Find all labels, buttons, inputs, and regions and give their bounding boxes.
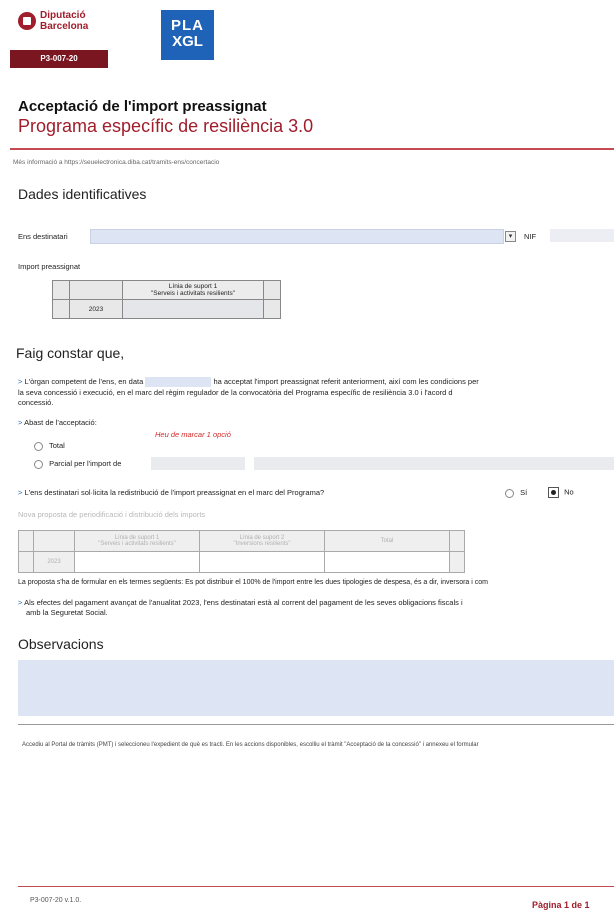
header-divider [10,148,614,150]
pagament-line2: amb la Seguretat Social. [26,608,108,617]
parcial-amount-field[interactable] [151,457,245,470]
dropdown-arrow-icon[interactable]: ▾ [505,231,516,242]
table-corner [52,280,70,300]
opt-total-row[interactable]: Total [34,441,614,451]
table-cell [52,299,70,319]
portal-instructions: Accediu al Portal de tràmits (PMT) i sel… [22,742,479,748]
org-name-line1: Diputació [40,10,86,21]
table2-input-col2[interactable] [199,551,325,573]
abast-error: Heu de marcar 1 opció [155,430,231,439]
parcial-extra-field[interactable] [254,457,614,470]
p1-prefix: L'òrgan competent de l'ens, en data [24,377,144,386]
nova-proposta-label: Nova proposta de periodificació i distri… [18,510,206,519]
p1-line3: concessió. [18,398,54,407]
nif-label: NIF [524,232,537,241]
diputacio-emblem-icon [18,12,36,30]
form-code-badge: P3-007-20 [10,50,108,68]
arrow-icon: > [18,598,23,607]
section-heading-faig: Faig constar que, [16,345,125,361]
table-row-label: 2023 [69,299,123,319]
table-cell [18,551,34,573]
table-edge [263,299,281,319]
abast-label: Abast de l'acceptació: [24,418,97,427]
form-version: P3-007-20 v.1.0. [30,897,82,904]
table-cell [33,530,75,552]
table2-header-col3: Total [324,530,450,552]
arrow-icon: > [18,418,23,427]
table2-total-cell [324,551,450,573]
table-cell [18,530,34,552]
obs-divider [18,724,614,725]
redis-question-text: L'ens destinatari sol·licita la redistri… [24,488,325,497]
table-header-line1: Línia de suport 1 [168,283,218,290]
section-heading-obs: Observacions [18,636,104,652]
table-edge [263,280,281,300]
form-title: Acceptació de l'import preassignat [18,98,267,115]
table2-row-label: 2023 [33,551,75,573]
redis-question: > L'ens destinatari sol·licita la redist… [18,488,498,497]
table2-input-col1[interactable] [74,551,200,573]
p1-mid: ha acceptat l'import preassignat referit… [213,377,479,386]
pla-logo-line1: PLA [171,17,204,34]
abast-row: > Abast de l'acceptació: [18,418,614,427]
form-subtitle: Programa específic de resiliència 3.0 [18,116,314,136]
table-edge [449,551,465,573]
radio-no-selected[interactable] [548,487,559,498]
ens-label: Ens destinatari [18,232,68,241]
arrow-icon: > [18,488,23,497]
opt-si-row[interactable]: Sí [505,488,545,498]
opt-total-label: Total [48,441,65,450]
table-header: Línia de suport 1 "Serveis i activitats … [122,280,264,300]
observacions-textarea[interactable] [18,660,614,716]
radio-total[interactable] [34,441,43,451]
date-field[interactable] [145,377,212,388]
arrow-icon: > [18,377,23,386]
org-name-line2: Barcelona [40,21,89,32]
table-corner [69,280,123,300]
opt-no-label: No [564,487,574,497]
redistribution-table: Línia de suport 1 "Serveis i activitats … [18,530,465,573]
import-label: Import preassignat [18,262,81,271]
table-header-line2: "Serveis i activitats resilients" [150,290,236,297]
proposta-note: La proposta s'ha de formular en els term… [18,579,488,586]
table2-col2-line2: "Inversions resilients" [233,541,291,547]
table2-header-col1: Línia de suport 1 "Serveis i activitats … [74,530,200,552]
p1-line2: la seva concessió i execució, en el marc… [18,388,453,397]
opt-si-label: Sí [520,488,528,497]
ens-destinatari-select[interactable] [90,229,504,244]
more-info-link[interactable]: Més informació a https://seuelectronica.… [13,159,219,166]
import-table: Línia de suport 1 "Serveis i activitats … [52,280,281,319]
pla-xgl-logo: PLA XGL [161,10,214,60]
radio-si[interactable] [505,488,514,498]
org-name: Diputació Barcelona [40,10,88,32]
section-heading-ident: Dades identificatives [18,186,147,202]
pagament-paragraph: > Als efectes del pagament avançat de l'… [18,598,614,607]
opt-no-row[interactable]: No [548,487,608,498]
diputacio-logo: Diputació Barcelona [18,8,108,36]
pla-logo-line2: XGL [172,33,203,50]
table-edge [449,530,465,552]
pagament-line1: Als efectes del pagament avançat de l'an… [24,598,463,607]
page-number: Pàgina 1 de 1 [532,900,590,910]
table2-header-col2: Línia de suport 2 "Inversions resilients… [199,530,325,552]
table2-col1-line2: "Serveis i activitats resilients" [98,541,176,547]
radio-parcial[interactable] [34,459,43,469]
nif-field[interactable] [550,229,614,242]
footer-divider [18,886,614,887]
import-value-cell [122,299,264,319]
opt-parcial-label: Parcial per l'import de [49,459,122,468]
acceptance-paragraph: > L'òrgan competent de l'ens, en data ha… [18,377,614,388]
